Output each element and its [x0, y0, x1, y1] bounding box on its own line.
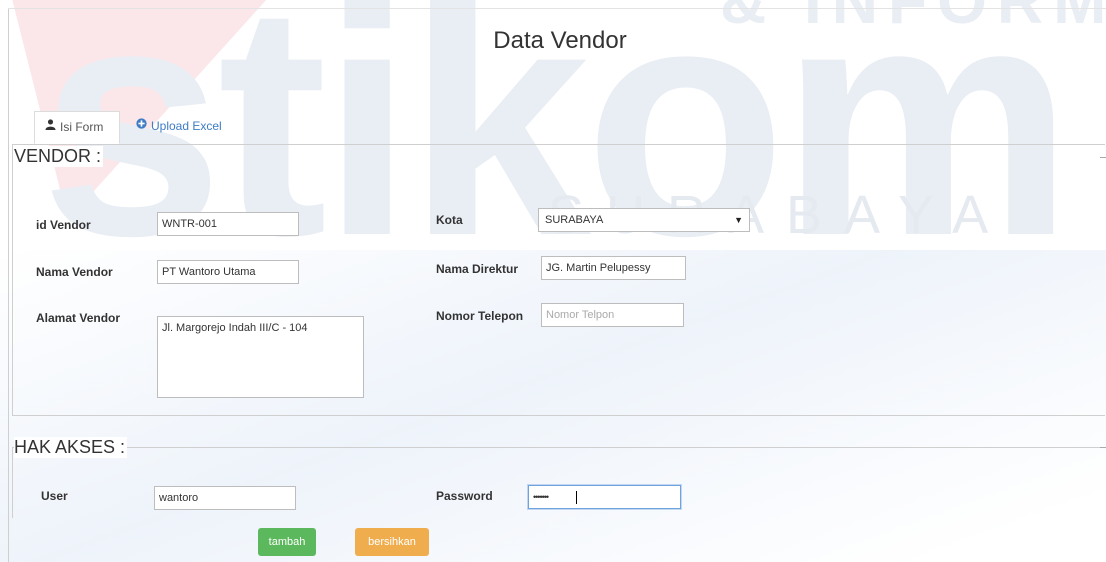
user-input[interactable]	[154, 486, 296, 510]
tambah-button[interactable]: tambah	[258, 528, 316, 556]
password-input[interactable]	[528, 485, 681, 509]
page-title: Data Vendor	[493, 27, 627, 54]
kota-select[interactable]: SURABAYA ▼	[538, 208, 750, 232]
nama-vendor-label: Nama Vendor	[36, 265, 113, 279]
user-label: User	[41, 489, 68, 503]
nomor-telepon-label: Nomor Telepon	[436, 309, 524, 323]
tab-isi-form-label: Isi Form	[60, 120, 104, 134]
kota-select-value: SURABAYA	[545, 214, 604, 226]
tab-upload-excel[interactable]: Upload Excel	[126, 111, 232, 144]
content: Data Vendor Isi Form Upload Excel VENDOR…	[0, 0, 1106, 562]
frame-top-border	[8, 8, 1106, 9]
id-vendor-input[interactable]	[157, 212, 299, 236]
kota-label: Kota	[436, 213, 463, 227]
hak-akses-legend: HAK AKSES :	[14, 437, 128, 458]
caret-down-icon: ▼	[734, 215, 743, 225]
id-vendor-label: id Vendor	[36, 218, 91, 232]
alamat-vendor-label: Alamat Vendor	[36, 311, 121, 325]
tab-isi-form[interactable]: Isi Form	[34, 111, 120, 144]
frame-left-border	[8, 8, 9, 562]
alamat-vendor-textarea[interactable]: Jl. Margorejo Indah III/C - 104	[157, 316, 364, 398]
nama-direktur-input[interactable]	[541, 256, 686, 280]
plus-circle-icon	[136, 110, 147, 141]
bersihkan-button[interactable]: bersihkan	[355, 528, 429, 556]
nomor-telepon-input[interactable]	[541, 303, 684, 327]
nama-vendor-input[interactable]	[157, 260, 299, 284]
vendor-legend: VENDOR :	[14, 146, 104, 167]
text-caret	[576, 491, 577, 504]
user-icon	[45, 111, 56, 142]
password-label: Password	[436, 489, 493, 503]
page: stikom & INFORMATIKA SURABAYA Data Vendo…	[0, 0, 1106, 562]
hak-akses-rule-end	[1100, 447, 1106, 448]
vendor-rule-end	[1100, 157, 1106, 158]
tab-upload-excel-label: Upload Excel	[151, 119, 222, 133]
nama-direktur-label: Nama Direktur	[436, 262, 519, 276]
